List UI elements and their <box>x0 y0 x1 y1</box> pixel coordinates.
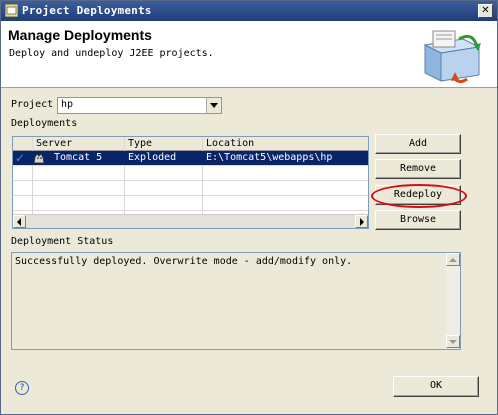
cell-type: Exploded <box>128 152 177 163</box>
project-deployments-dialog: Project Deployments ✕ Manage Deployments… <box>0 0 498 415</box>
table-row[interactable]: ✓ Tomcat 5 Exploded E:\Tomcat5\webapps\h… <box>13 151 368 166</box>
table-row-empty[interactable] <box>13 196 368 211</box>
project-label: Project <box>11 99 54 110</box>
scroll-right-icon[interactable] <box>355 215 368 228</box>
table-row-empty[interactable] <box>13 181 368 196</box>
remove-button[interactable]: Remove <box>375 159 461 179</box>
window-title: Project Deployments <box>22 4 152 17</box>
close-button[interactable]: ✕ <box>478 4 493 18</box>
table-row-empty[interactable] <box>13 166 368 181</box>
deployment-status-label: Deployment Status <box>11 236 114 247</box>
deployments-label: Deployments <box>11 118 78 129</box>
checkmark-icon[interactable]: ✓ <box>15 151 31 165</box>
close-icon: ✕ <box>481 5 490 16</box>
table-header: Server Type Location <box>13 137 368 151</box>
column-header-check[interactable] <box>13 137 33 150</box>
header-banner: Manage Deployments Deploy and undeploy J… <box>1 21 497 88</box>
project-combo-value: hp <box>61 99 74 110</box>
deployment-wizard-icon <box>423 30 481 84</box>
add-button[interactable]: Add <box>375 134 461 154</box>
page-description: Deploy and undeploy J2EE projects. <box>9 48 214 59</box>
chevron-down-icon[interactable] <box>206 98 221 113</box>
page-title: Manage Deployments <box>8 27 152 43</box>
scroll-left-icon[interactable] <box>13 215 26 228</box>
redeploy-highlight-ellipse <box>371 184 467 208</box>
window-app-icon <box>5 4 18 17</box>
browse-button[interactable]: Browse <box>375 210 461 230</box>
scroll-up-icon[interactable] <box>446 253 460 266</box>
column-header-type[interactable]: Type <box>125 137 203 150</box>
ok-button[interactable]: OK <box>393 376 479 397</box>
cell-server: Tomcat 5 <box>54 152 103 163</box>
help-icon[interactable]: ? <box>15 381 29 395</box>
title-bar: Project Deployments ✕ <box>1 1 497 21</box>
cell-location: E:\Tomcat5\webapps\hp <box>206 152 333 163</box>
vertical-scrollbar[interactable] <box>446 253 460 349</box>
project-combo[interactable]: hp <box>57 97 222 114</box>
column-header-server[interactable]: Server <box>33 137 125 150</box>
deployment-status-box[interactable]: Successfully deployed. Overwrite mode - … <box>11 252 461 350</box>
scroll-down-icon[interactable] <box>446 335 460 348</box>
deployments-table[interactable]: Server Type Location ✓ Tomcat 5 Exploded… <box>12 136 369 229</box>
tomcat-icon <box>33 153 45 164</box>
column-header-location[interactable]: Location <box>203 137 368 150</box>
horizontal-scrollbar[interactable] <box>13 214 368 228</box>
deployment-status-text: Successfully deployed. Overwrite mode - … <box>15 256 353 267</box>
